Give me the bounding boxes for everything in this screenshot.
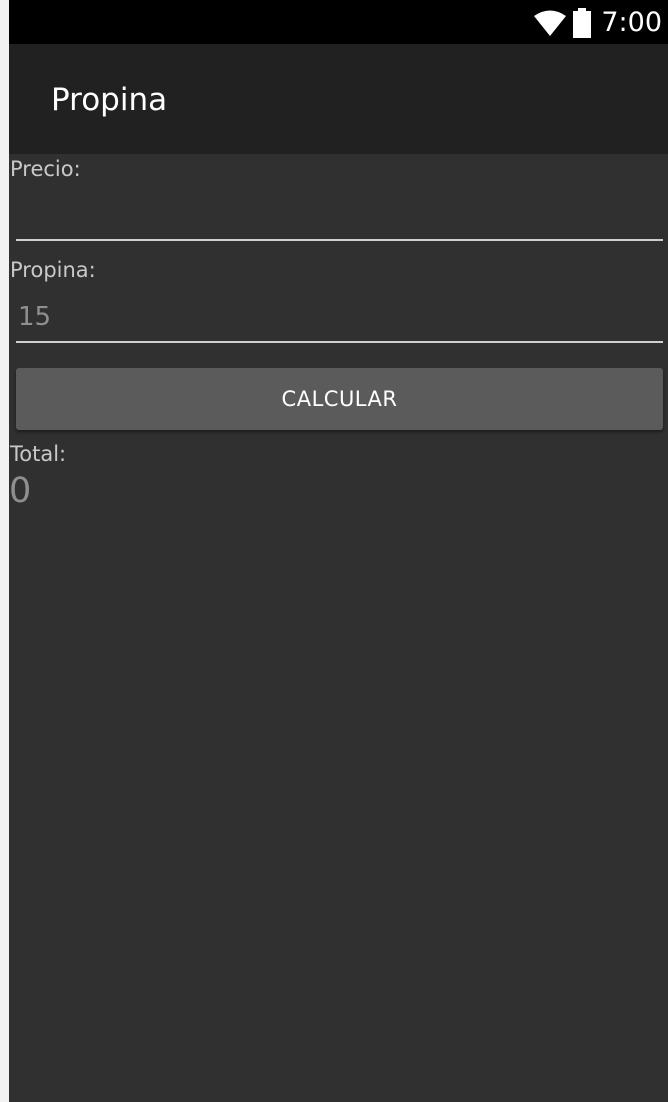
status-bar: 7:00	[9, 0, 668, 44]
status-icons: 7:00	[533, 6, 662, 40]
app-title: Propina	[51, 82, 168, 118]
status-time: 7:00	[601, 7, 662, 38]
propina-label: Propina:	[10, 258, 96, 282]
total-value: 0	[9, 471, 32, 511]
wifi-icon	[534, 10, 567, 36]
propina-input[interactable]	[16, 293, 663, 343]
app-window: 7:00 Propina Precio: Propina: CALCULAR T…	[9, 0, 668, 1102]
app-bar: Propina	[9, 44, 668, 154]
total-label: Total:	[10, 442, 67, 466]
precio-label: Precio:	[10, 157, 81, 181]
precio-input[interactable]	[16, 191, 663, 241]
calculate-button[interactable]: CALCULAR	[16, 368, 663, 430]
battery-icon	[573, 8, 592, 38]
